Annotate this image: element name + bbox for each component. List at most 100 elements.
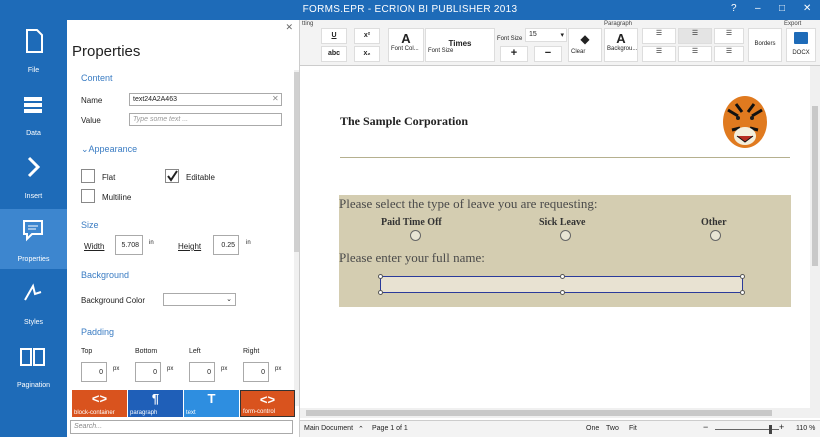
value-input[interactable]: Type some text ... [129, 113, 282, 126]
chevron-down-icon: ▾ [560, 32, 564, 39]
radio-other[interactable] [710, 230, 721, 241]
document-vertical-scrollbar[interactable] [810, 66, 820, 410]
height-unit[interactable]: in [246, 240, 251, 246]
title-bar: FORMS.EPR - ECRION BI PUBLISHER 2013 ? –… [0, 0, 820, 20]
resize-handle[interactable] [378, 290, 383, 295]
text-icon: T [207, 391, 216, 406]
font-name-select[interactable]: Times Font Size [425, 28, 495, 62]
nav-properties[interactable]: Properties [0, 209, 67, 269]
pad-bottom-unit[interactable]: px [167, 366, 173, 372]
horizontal-scroll-thumb[interactable] [306, 410, 772, 416]
left-navigation: File Data Insert Properties Styles Pagin… [0, 20, 67, 437]
zoom-slider-thumb[interactable] [769, 425, 772, 434]
padding-section: Padding [81, 327, 115, 337]
pad-right-unit[interactable]: px [275, 366, 281, 372]
font-color-button[interactable]: A Font Col... [388, 28, 424, 62]
appearance-section[interactable]: ⌄Appearance [81, 144, 137, 155]
fit-button[interactable]: Fit [629, 425, 637, 432]
clear-name-icon[interactable]: ✕ [272, 94, 279, 103]
pad-right-input[interactable]: 0 [243, 362, 269, 382]
font-size-group-label: Font Size [497, 36, 523, 42]
document-horizontal-scrollbar[interactable] [300, 408, 820, 418]
size-section: Size [81, 220, 99, 230]
breadcrumb-paragraph[interactable]: ¶ paragraph [128, 390, 183, 417]
increase-font-button[interactable]: + [500, 46, 528, 62]
superscript-button[interactable]: x² [354, 28, 380, 44]
underline-button[interactable]: U [321, 28, 347, 44]
nav-styles[interactable]: Styles [0, 272, 67, 332]
background-color-label: Backgrou... [607, 46, 638, 52]
company-name[interactable]: The Sample Corporation [340, 114, 468, 129]
width-input[interactable]: 5.708 [115, 235, 143, 255]
vertical-scroll-thumb[interactable] [812, 106, 818, 266]
align-right-button[interactable]: ☰ [714, 28, 744, 44]
full-name-field[interactable] [378, 274, 745, 295]
zoom-out-button[interactable]: − [703, 422, 708, 432]
resize-handle[interactable] [378, 274, 383, 279]
code-icon: <> [91, 391, 108, 406]
strikethrough-button[interactable]: abc [321, 46, 347, 62]
name-input[interactable]: text24A2A463 [129, 93, 282, 106]
pilcrow-icon: ¶ [151, 391, 160, 406]
breadcrumb-block-container[interactable]: <> block-container [72, 390, 127, 417]
nav-pagination[interactable]: Pagination [0, 335, 67, 395]
breadcrumb-text[interactable]: T text [184, 390, 239, 417]
font-size-select[interactable]: 15 ▾ [525, 28, 567, 42]
indent-button[interactable]: ☰ [714, 46, 744, 62]
chevron-down-icon: ⌄ [81, 144, 89, 154]
page-indicator: Page 1 of 1 [372, 425, 408, 432]
multiline-checkbox[interactable] [81, 189, 95, 203]
view-selector[interactable]: Main Document [304, 425, 353, 432]
pad-top-input[interactable]: 0 [81, 362, 107, 382]
close-window-button[interactable]: ✕ [803, 3, 811, 14]
height-input[interactable]: 0.25 [213, 235, 239, 255]
breadcrumb-form-control[interactable]: <> form-control [240, 390, 295, 417]
font-color-label: Font Col... [391, 46, 419, 52]
align-center-button[interactable]: ☰ [678, 28, 712, 44]
bgcolor-select[interactable]: ⌄ [163, 293, 236, 306]
chevron-up-icon[interactable]: ⌃ [358, 425, 364, 433]
align-left-button[interactable]: ☰ [642, 28, 676, 44]
nav-properties-label: Properties [17, 256, 50, 263]
radio-paid-time-off[interactable] [410, 230, 421, 241]
borders-button[interactable]: Borders [748, 28, 782, 62]
justify-button[interactable]: ☰ [642, 46, 676, 62]
resize-handle[interactable] [560, 274, 565, 279]
justify-icon: ☰ [655, 48, 663, 55]
pad-left-input[interactable]: 0 [189, 362, 215, 382]
list-button[interactable]: ☰ [678, 46, 712, 62]
pad-right-label: Right [243, 348, 260, 355]
editable-checkbox[interactable] [165, 169, 179, 183]
view-two-pages-button[interactable]: Two [606, 425, 619, 432]
width-unit[interactable]: in [149, 240, 154, 246]
view-one-page-button[interactable]: One [586, 425, 599, 432]
search-input[interactable]: Search... [70, 420, 293, 434]
resize-handle[interactable] [740, 274, 745, 279]
resize-handle[interactable] [560, 290, 565, 295]
radio-sick-leave[interactable] [560, 230, 571, 241]
flat-checkbox[interactable] [81, 169, 95, 183]
pad-bottom-input[interactable]: 0 [135, 362, 161, 382]
nav-insert-label: Insert [24, 193, 43, 200]
document-page[interactable]: The Sample Corporation Please select the… [300, 66, 810, 410]
subscript-button[interactable]: x₂ [354, 46, 380, 62]
tiger-logo[interactable] [718, 90, 772, 154]
panel-scroll-thumb[interactable] [294, 72, 299, 252]
nav-insert[interactable]: Insert [0, 146, 67, 206]
close-panel-icon[interactable]: ✕ [285, 22, 293, 33]
minimize-button[interactable]: – [755, 3, 761, 14]
nav-styles-label: Styles [23, 319, 44, 326]
clear-button[interactable]: ◆ Clear [568, 28, 602, 62]
zoom-in-button[interactable]: + [779, 422, 784, 432]
pad-left-unit[interactable]: px [221, 366, 227, 372]
pad-top-unit[interactable]: px [113, 366, 119, 372]
export-docx-button[interactable]: DOCX [786, 28, 816, 62]
background-color-button[interactable]: A Backgrou... [604, 28, 638, 62]
nav-file[interactable]: File [0, 20, 67, 80]
decrease-font-button[interactable]: − [534, 46, 562, 62]
help-button[interactable]: ? [731, 3, 737, 14]
resize-handle[interactable] [740, 290, 745, 295]
nav-data[interactable]: Data [0, 83, 67, 143]
maximize-button[interactable]: □ [779, 3, 785, 14]
form-block[interactable]: Please select the type of leave you are … [339, 195, 791, 307]
